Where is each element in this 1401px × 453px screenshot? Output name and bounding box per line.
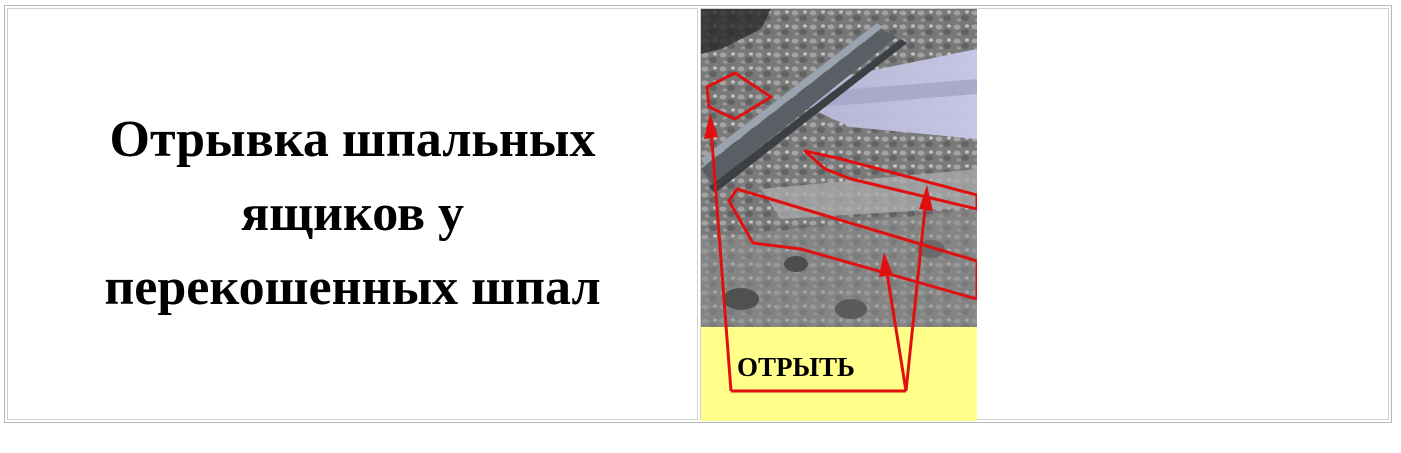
title-line-3: перекошенных шпал	[104, 259, 601, 316]
content-table: Отрывка шпальных ящиков у перекошенных ш…	[4, 5, 1392, 423]
track-illustration: ОТРЫТЬ	[701, 9, 977, 421]
title-line-2: ящиков у	[240, 185, 465, 242]
page-title: Отрывка шпальных ящиков у перекошенных ш…	[33, 103, 673, 325]
image-cell: ОТРЫТЬ	[700, 8, 1389, 421]
track-photo	[701, 9, 977, 327]
caption-label: ОТРЫТЬ	[737, 352, 855, 382]
title-cell: Отрывка шпальных ящиков у перекошенных ш…	[7, 8, 698, 420]
title-line-1: Отрывка шпальных	[109, 111, 596, 168]
